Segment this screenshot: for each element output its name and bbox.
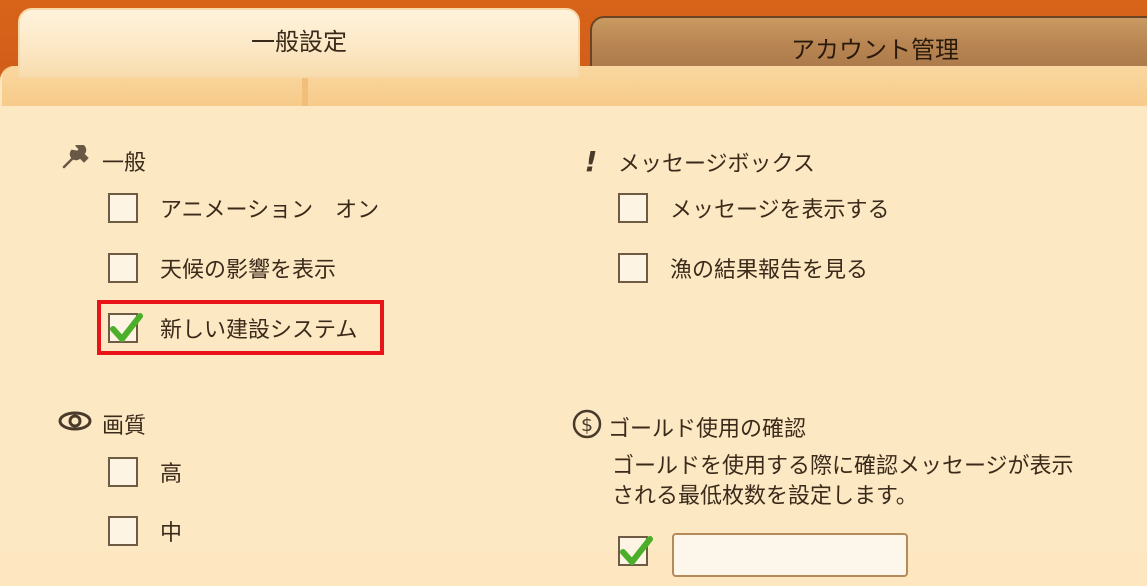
section-general-title: 一般	[58, 143, 147, 177]
gold-threshold-dropdown[interactable]	[672, 533, 908, 577]
section-message-box-title: ! メッセージボックス	[574, 145, 815, 178]
option-quality-medium-label: 中	[160, 521, 183, 546]
option-animation-on-label: アニメーション オン	[160, 198, 380, 223]
wrench-icon	[58, 143, 92, 177]
checkbox-animation-on[interactable]	[108, 193, 138, 223]
checkbox-gold-confirm[interactable]	[618, 536, 653, 566]
option-gold-confirm[interactable]	[618, 536, 670, 566]
option-fishing-report[interactable]: 漁の結果報告を見る	[618, 252, 868, 284]
highlight-box	[97, 300, 384, 355]
section-gold-confirm-label: ゴールド使用の確認	[608, 417, 807, 442]
section-gold-confirm-title: $ ゴールド使用の確認	[570, 408, 806, 446]
option-show-messages[interactable]: メッセージを表示する	[618, 192, 890, 224]
checkbox-show-messages[interactable]	[618, 193, 648, 223]
option-show-messages-label: メッセージを表示する	[670, 198, 890, 223]
option-quality-high-label: 高	[160, 462, 183, 487]
section-general-label: 一般	[102, 151, 147, 176]
exclamation-icon: !	[584, 145, 598, 178]
section-quality-label: 画質	[102, 414, 147, 439]
option-quality-medium[interactable]: 中	[108, 515, 182, 547]
option-animation-on[interactable]: アニメーション オン	[108, 192, 379, 224]
option-fishing-report-label: 漁の結果報告を見る	[670, 258, 869, 283]
section-quality-title: 画質	[58, 408, 146, 440]
checkbox-quality-high[interactable]	[108, 457, 138, 487]
option-weather-effects[interactable]: 天候の影響を表示	[108, 252, 336, 284]
svg-text:$: $	[581, 414, 593, 436]
section-message-box-label: メッセージボックス	[618, 151, 815, 177]
option-weather-effects-label: 天候の影響を表示	[160, 258, 337, 283]
option-quality-high[interactable]: 高	[108, 456, 182, 488]
dollar-circle-icon: $	[570, 408, 604, 446]
gold-confirm-description-line1: ゴールドを使用する際に確認メッセージが表示	[612, 454, 1074, 479]
checkbox-fishing-report[interactable]	[618, 253, 648, 283]
checkbox-quality-medium[interactable]	[108, 516, 138, 546]
gold-confirm-description: ゴールドを使用する際に確認メッセージが表示 される最低枚数を設定します。	[612, 452, 1132, 512]
checkmark-icon	[620, 536, 653, 565]
eye-icon	[58, 410, 92, 438]
gold-confirm-description-line2: される最低枚数を設定します。	[612, 484, 918, 509]
checkbox-weather-effects[interactable]	[108, 253, 138, 283]
